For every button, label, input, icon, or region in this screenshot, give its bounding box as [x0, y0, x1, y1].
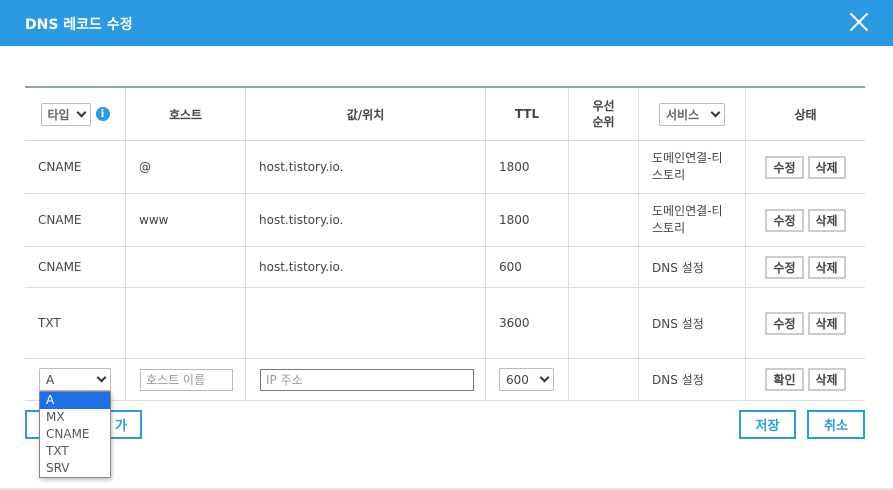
- new-ttl-cell: 600: [485, 359, 568, 400]
- header-ttl: TTL: [485, 88, 568, 140]
- table-row: CNAME www host.tistory.io. 1800 도메인연결-티 …: [25, 194, 865, 247]
- ttl-select[interactable]: 600: [499, 368, 554, 391]
- edit-button[interactable]: 수정: [765, 155, 804, 179]
- record-actions: 수정 삭제: [745, 141, 865, 193]
- new-record-row: A 호스트 이름 IP 주소 600 DNS 설정 확인 삭제: [25, 359, 865, 401]
- record-ttl: 1800: [485, 141, 568, 193]
- close-icon[interactable]: [849, 12, 869, 32]
- host-name-input[interactable]: 호스트 이름: [140, 368, 233, 391]
- save-button[interactable]: 저장: [739, 410, 796, 439]
- new-record-actions: 확인 삭제: [745, 359, 865, 400]
- header-status: 상태: [745, 88, 865, 140]
- record-host: @: [125, 141, 245, 193]
- chevron-down-icon: [96, 372, 107, 383]
- header-type-cell: 타입 i: [25, 88, 125, 140]
- type-option-a[interactable]: A: [40, 392, 110, 409]
- cancel-button[interactable]: 취소: [807, 410, 865, 439]
- record-priority: [568, 141, 638, 193]
- record-host: www: [125, 194, 245, 246]
- record-type-dropdown: A MX CNAME TXT SRV: [39, 391, 111, 478]
- record-priority: [568, 288, 638, 358]
- header-priority: 우선 순위: [568, 88, 638, 140]
- record-type: TXT: [38, 316, 61, 330]
- header-host: 호스트: [125, 88, 245, 140]
- chevron-down-icon: [539, 372, 550, 383]
- record-ttl: 3600: [485, 288, 568, 358]
- ttl-select-value: 600: [506, 372, 529, 387]
- type-option-srv[interactable]: SRV: [40, 460, 110, 477]
- record-type: CNAME: [38, 160, 82, 174]
- record-type-select[interactable]: A: [39, 368, 111, 391]
- record-ttl: 600: [485, 247, 568, 287]
- record-priority: [568, 194, 638, 246]
- delete-button[interactable]: 삭제: [807, 255, 846, 279]
- record-value: [245, 288, 485, 358]
- record-actions: 수정 삭제: [745, 288, 865, 358]
- ip-address-input[interactable]: IP 주소: [260, 368, 474, 391]
- type-option-cname[interactable]: CNAME: [40, 426, 110, 443]
- type-option-txt[interactable]: TXT: [40, 443, 110, 460]
- dialog-title: DNS 레코드 수정: [25, 17, 133, 33]
- record-type: CNAME: [38, 260, 82, 274]
- record-value: host.tistory.io.: [245, 247, 485, 287]
- record-priority: [568, 247, 638, 287]
- dns-record-table: 타입 i 호스트 값/위치 TTL 우선 순위 서비스 상태 CNAME @ h…: [25, 86, 865, 401]
- record-type-select-value: A: [46, 372, 55, 387]
- record-value: host.tistory.io.: [245, 194, 485, 246]
- record-actions: 수정 삭제: [745, 247, 865, 287]
- dialog-titlebar: DNS 레코드 수정: [0, 0, 893, 46]
- record-value: host.tistory.io.: [245, 141, 485, 193]
- edit-button[interactable]: 수정: [765, 255, 804, 279]
- header-service-cell: 서비스: [638, 88, 745, 140]
- type-filter-label: 타입: [47, 107, 70, 122]
- delete-button[interactable]: 삭제: [807, 311, 846, 335]
- confirm-button[interactable]: 확인: [765, 368, 804, 391]
- record-service: 도메인연결-티 스토리: [638, 194, 745, 246]
- record-host: [125, 288, 245, 358]
- edit-button[interactable]: 수정: [765, 208, 804, 232]
- service-filter-label: 서비스: [666, 107, 700, 122]
- new-service: DNS 설정: [638, 359, 745, 400]
- record-service: DNS 설정: [638, 247, 745, 287]
- table-row: CNAME host.tistory.io. 600 DNS 설정 수정 삭제: [25, 247, 865, 288]
- record-type: CNAME: [38, 213, 82, 227]
- new-value-cell: IP 주소: [245, 359, 485, 400]
- delete-button[interactable]: 삭제: [807, 368, 846, 391]
- record-service: DNS 설정: [638, 288, 745, 358]
- edit-button[interactable]: 수정: [765, 311, 804, 335]
- record-service: 도메인연결-티 스토리: [638, 141, 745, 193]
- table-header: 타입 i 호스트 값/위치 TTL 우선 순위 서비스 상태: [25, 88, 865, 141]
- delete-button[interactable]: 삭제: [807, 155, 846, 179]
- chevron-down-icon: [76, 107, 86, 117]
- header-value: 값/위치: [245, 88, 485, 140]
- chevron-down-icon: [710, 107, 721, 117]
- new-priority-cell: [568, 359, 638, 400]
- table-row: TXT 3600 DNS 설정 수정 삭제: [25, 288, 865, 359]
- record-actions: 수정 삭제: [745, 194, 865, 246]
- table-row: CNAME @ host.tistory.io. 1800 도메인연결-티 스토…: [25, 141, 865, 194]
- delete-button[interactable]: 삭제: [807, 208, 846, 232]
- new-host-cell: 호스트 이름: [125, 359, 245, 400]
- type-option-mx[interactable]: MX: [40, 409, 110, 426]
- info-icon[interactable]: i: [95, 107, 110, 121]
- record-host: [125, 247, 245, 287]
- service-filter-select[interactable]: 서비스: [659, 102, 725, 126]
- record-ttl: 1800: [485, 194, 568, 246]
- type-filter-select[interactable]: 타입: [40, 102, 91, 126]
